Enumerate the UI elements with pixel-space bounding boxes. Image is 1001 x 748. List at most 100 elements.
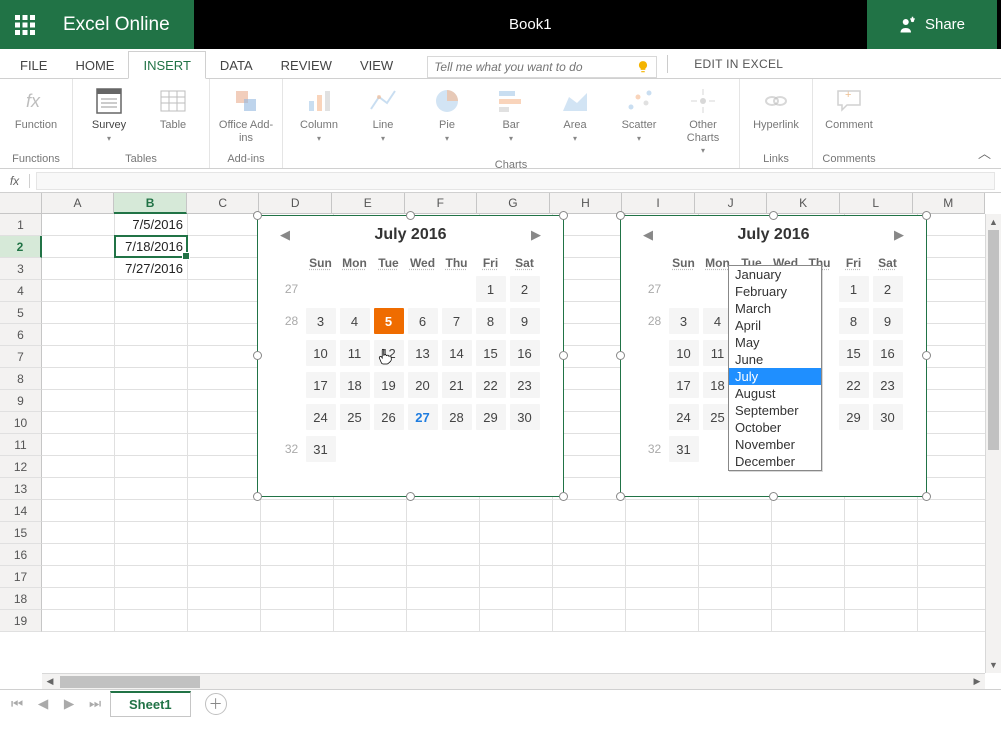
cell-L16[interactable]	[845, 544, 918, 566]
ribbon-hyperlink-button[interactable]: Hyperlink	[746, 83, 806, 134]
ribbon-function-button[interactable]: fxFunction	[6, 83, 66, 134]
sheet-first-button[interactable]: ⏮	[6, 693, 28, 715]
cell-J18[interactable]	[699, 588, 772, 610]
scroll-right-arrow[interactable]: ▶	[969, 676, 985, 687]
cell-G19[interactable]	[480, 610, 553, 632]
tab-insert[interactable]: INSERT	[128, 51, 205, 79]
calendar-day[interactable]	[873, 436, 903, 462]
ribbon-line-button[interactable]: Line▾	[353, 83, 413, 159]
cell-C15[interactable]	[188, 522, 261, 544]
cell-A13[interactable]	[42, 478, 115, 500]
cell-B2[interactable]: 7/18/2016	[115, 236, 188, 258]
cell-M18[interactable]	[918, 588, 991, 610]
calendar-day[interactable]: 7	[442, 308, 472, 334]
calendar-day[interactable]	[374, 436, 404, 462]
calendar-day[interactable]: 11	[340, 340, 370, 366]
ribbon-area-button[interactable]: Area▾	[545, 83, 605, 159]
cell-C8[interactable]	[188, 368, 261, 390]
calendar-day[interactable]	[408, 276, 438, 302]
calendar-day[interactable]: 17	[669, 372, 699, 398]
calendar-day[interactable]: 30	[873, 404, 903, 430]
sheet-prev-button[interactable]: ◀	[32, 693, 54, 715]
cell-A2[interactable]	[42, 236, 115, 258]
month-option-june[interactable]: June	[729, 351, 821, 368]
calendar-day[interactable]: 6	[408, 308, 438, 334]
cell-J14[interactable]	[699, 500, 772, 522]
calendar-day[interactable]: 12	[374, 340, 404, 366]
calendar-day[interactable]: 23	[873, 372, 903, 398]
row-header-3[interactable]: 3	[0, 258, 42, 280]
calendar-day[interactable]	[408, 436, 438, 462]
calendar-day[interactable]: 3	[669, 308, 699, 334]
cell-L18[interactable]	[845, 588, 918, 610]
cell-D18[interactable]	[261, 588, 334, 610]
cell-L15[interactable]	[845, 522, 918, 544]
cell-A4[interactable]	[42, 280, 115, 302]
calendar-day[interactable]: 30	[510, 404, 540, 430]
month-option-december[interactable]: December	[729, 453, 821, 470]
calendar-day[interactable]	[374, 276, 404, 302]
row-header-2[interactable]: 2	[0, 236, 42, 258]
v-scroll-thumb[interactable]	[988, 230, 999, 450]
month-option-september[interactable]: September	[729, 402, 821, 419]
cell-K16[interactable]	[772, 544, 845, 566]
calendar-day[interactable]: 3	[306, 308, 336, 334]
cell-D16[interactable]	[261, 544, 334, 566]
calendar-day[interactable]: 9	[510, 308, 540, 334]
calendar-day[interactable]	[442, 276, 472, 302]
calendar-day[interactable]: 16	[510, 340, 540, 366]
column-header-F[interactable]: F	[405, 193, 478, 213]
edit-in-excel-link[interactable]: EDIT IN EXCEL	[694, 57, 783, 71]
cell-C14[interactable]	[188, 500, 261, 522]
cell-A3[interactable]	[42, 258, 115, 280]
calendar-day[interactable]: 21	[442, 372, 472, 398]
column-header-C[interactable]: C	[187, 193, 260, 213]
cell-B12[interactable]	[115, 456, 188, 478]
cell-B10[interactable]	[115, 412, 188, 434]
add-sheet-button[interactable]: ＋	[205, 693, 227, 715]
calendar-day[interactable]: 22	[839, 372, 869, 398]
cell-E15[interactable]	[334, 522, 407, 544]
cell-C10[interactable]	[188, 412, 261, 434]
cell-E18[interactable]	[334, 588, 407, 610]
cell-A9[interactable]	[42, 390, 115, 412]
calendar-day[interactable]: 5	[374, 308, 404, 334]
prev-month-button[interactable]: ◀	[639, 227, 657, 243]
cell-I14[interactable]	[626, 500, 699, 522]
month-option-october[interactable]: October	[729, 419, 821, 436]
tell-me-input[interactable]	[434, 60, 630, 74]
cell-F15[interactable]	[407, 522, 480, 544]
calendar-day[interactable]: 31	[306, 436, 336, 462]
column-header-G[interactable]: G	[477, 193, 550, 213]
calendar-day[interactable]: 15	[476, 340, 506, 366]
calendar-day[interactable]: 28	[442, 404, 472, 430]
cell-K15[interactable]	[772, 522, 845, 544]
calendar-day[interactable]	[340, 276, 370, 302]
cell-F14[interactable]	[407, 500, 480, 522]
month-option-january[interactable]: January	[729, 266, 821, 283]
cell-B15[interactable]	[115, 522, 188, 544]
cell-D17[interactable]	[261, 566, 334, 588]
row-header-17[interactable]: 17	[0, 566, 42, 588]
cell-D15[interactable]	[261, 522, 334, 544]
cell-L17[interactable]	[845, 566, 918, 588]
row-header-7[interactable]: 7	[0, 346, 42, 368]
cell-H16[interactable]	[553, 544, 626, 566]
month-option-july[interactable]: July	[729, 368, 821, 385]
row-header-5[interactable]: 5	[0, 302, 42, 324]
cell-K14[interactable]	[772, 500, 845, 522]
column-header-D[interactable]: D	[259, 193, 332, 213]
cell-B1[interactable]: 7/5/2016	[115, 214, 188, 236]
cell-H15[interactable]	[553, 522, 626, 544]
cell-C16[interactable]	[188, 544, 261, 566]
row-header-14[interactable]: 14	[0, 500, 42, 522]
cell-C19[interactable]	[188, 610, 261, 632]
cell-M5[interactable]	[918, 302, 991, 324]
row-header-15[interactable]: 15	[0, 522, 42, 544]
cell-B19[interactable]	[115, 610, 188, 632]
cell-B3[interactable]: 7/27/2016	[115, 258, 188, 280]
ribbon-pie-button[interactable]: Pie▾	[417, 83, 477, 159]
cell-B18[interactable]	[115, 588, 188, 610]
sheet-last-button[interactable]: ⏭	[84, 693, 106, 715]
cell-A16[interactable]	[42, 544, 115, 566]
